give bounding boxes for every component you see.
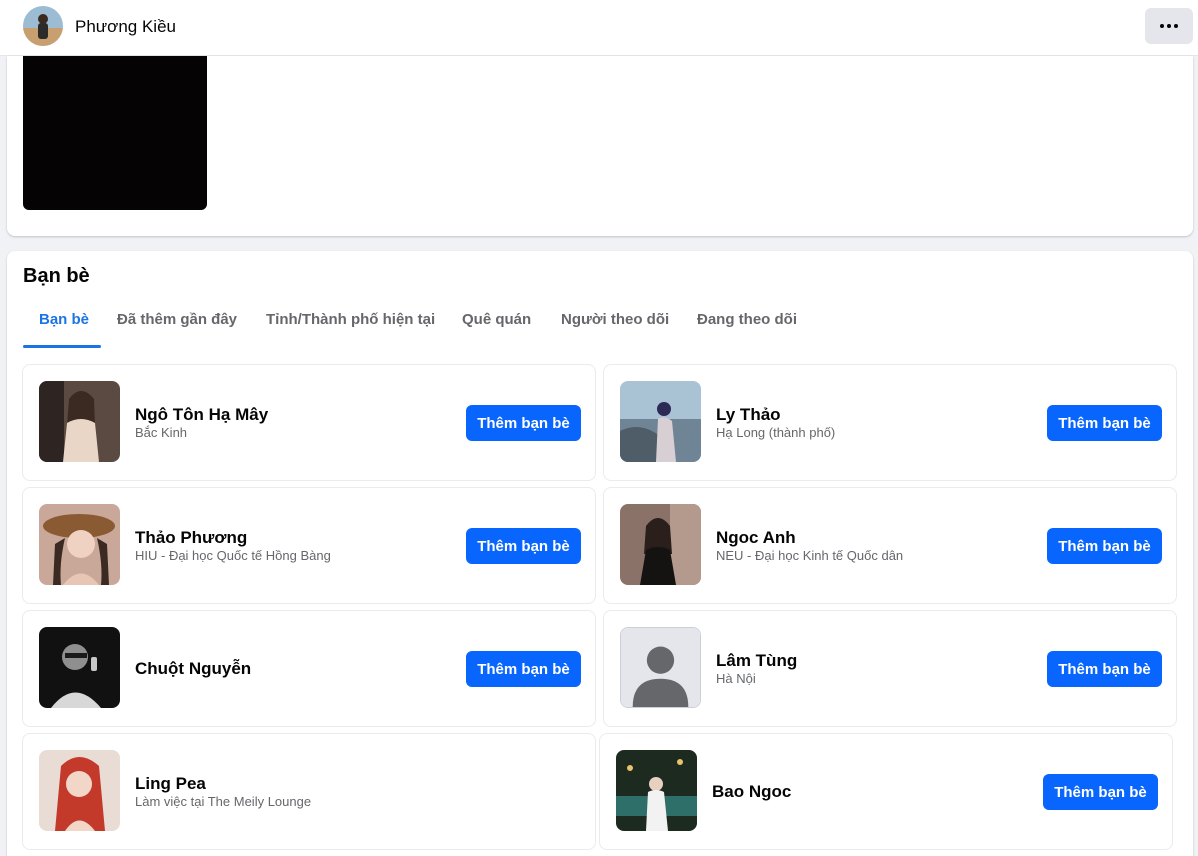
add-friend-button[interactable]: Thêm bạn bè — [1047, 405, 1162, 441]
friend-info: Ling Pea Làm việc tại The Meily Lounge — [135, 734, 311, 849]
friend-info: Chuột Nguyễn — [135, 611, 251, 726]
friend-name[interactable]: Thảo Phương — [135, 528, 331, 548]
friend-subtitle: NEU - Đại học Kinh tế Quốc dân — [716, 547, 904, 563]
friends-card: Bạn bè Bạn bè Đã thêm gần đây Tỉnh/Thành… — [7, 251, 1193, 856]
friend-name[interactable]: Ngô Tôn Hạ Mây — [135, 405, 268, 425]
friend-card: Ly Thảo Hạ Long (thành phố) Thêm bạn bè — [603, 364, 1177, 481]
friend-card: Ngoc Anh NEU - Đại học Kinh tế Quốc dân … — [603, 487, 1177, 604]
friend-subtitle: Làm việc tại The Meily Lounge — [135, 793, 312, 809]
tab-followers[interactable]: Người theo dõi — [561, 311, 669, 328]
friend-photo[interactable] — [620, 504, 701, 585]
add-friend-button[interactable]: Thêm bạn bè — [466, 651, 581, 687]
friend-subtitle: HIU - Đại học Quốc tế Hồng Bàng — [135, 547, 331, 563]
more-options-button[interactable] — [1145, 8, 1193, 44]
friend-photo[interactable] — [620, 381, 701, 462]
more-horizontal-icon — [1160, 24, 1178, 28]
friend-photo[interactable] — [39, 627, 120, 708]
friend-card: Ngô Tôn Hạ Mây Bắc Kinh Thêm bạn bè — [22, 364, 596, 481]
friend-name[interactable]: Lâm Tùng — [716, 651, 797, 671]
friend-name[interactable]: Chuột Nguyễn — [135, 659, 251, 679]
add-friend-button[interactable]: Thêm bạn bè — [1043, 774, 1158, 810]
friend-subtitle: Bắc Kinh — [135, 424, 188, 440]
friend-name[interactable]: Ngoc Anh — [716, 528, 903, 548]
add-friend-button[interactable]: Thêm bạn bè — [466, 528, 581, 564]
friend-info: Ngô Tôn Hạ Mây Bắc Kinh — [135, 365, 268, 480]
profile-avatar[interactable] — [23, 6, 63, 46]
friend-info: Ly Thảo Hạ Long (thành phố) — [716, 365, 835, 480]
friend-photo[interactable] — [39, 504, 120, 585]
friend-name[interactable]: Ly Thảo — [716, 405, 835, 425]
tab-following[interactable]: Đang theo dõi — [697, 311, 797, 328]
tab-friends[interactable]: Bạn bè — [39, 311, 89, 328]
tab-current-city[interactable]: Tỉnh/Thành phố hiện tại — [266, 311, 435, 328]
friend-photo[interactable] — [616, 750, 697, 831]
add-friend-button[interactable]: Thêm bạn bè — [466, 405, 581, 441]
friend-photo[interactable] — [39, 750, 120, 831]
friend-info: Bao Ngoc — [712, 734, 791, 849]
friend-subtitle: Hà Nội — [716, 670, 756, 686]
photo-thumbnail[interactable] — [23, 56, 207, 210]
friend-card: Ling Pea Làm việc tại The Meily Lounge — [22, 733, 596, 850]
profile-header-bar: Phương Kiều — [0, 0, 1198, 56]
friend-photo[interactable] — [39, 381, 120, 462]
default-avatar-icon[interactable] — [620, 627, 701, 708]
friend-info: Ngoc Anh NEU - Đại học Kinh tế Quốc dân — [716, 488, 903, 603]
profile-name[interactable]: Phương Kiều — [75, 17, 176, 37]
friend-card: Lâm Tùng Hà Nội Thêm bạn bè — [603, 610, 1177, 727]
friend-info: Lâm Tùng Hà Nội — [716, 611, 797, 726]
friend-card: Thảo Phương HIU - Đại học Quốc tế Hồng B… — [22, 487, 596, 604]
friend-card: Bao Ngoc Thêm bạn bè — [599, 733, 1173, 850]
active-tab-indicator — [23, 345, 101, 348]
add-friend-button[interactable]: Thêm bạn bè — [1047, 528, 1162, 564]
section-title: Bạn bè — [23, 265, 90, 287]
tab-recently-added[interactable]: Đã thêm gần đây — [117, 311, 237, 328]
friend-card: Chuột Nguyễn Thêm bạn bè — [22, 610, 596, 727]
friend-name[interactable]: Bao Ngoc — [712, 782, 791, 802]
friend-info: Thảo Phương HIU - Đại học Quốc tế Hồng B… — [135, 488, 331, 603]
friend-name[interactable]: Ling Pea — [135, 774, 311, 794]
add-friend-button[interactable]: Thêm bạn bè — [1047, 651, 1162, 687]
tab-hometown[interactable]: Quê quán — [462, 311, 531, 328]
friend-subtitle: Hạ Long (thành phố) — [716, 424, 836, 440]
photo-card — [7, 56, 1193, 236]
